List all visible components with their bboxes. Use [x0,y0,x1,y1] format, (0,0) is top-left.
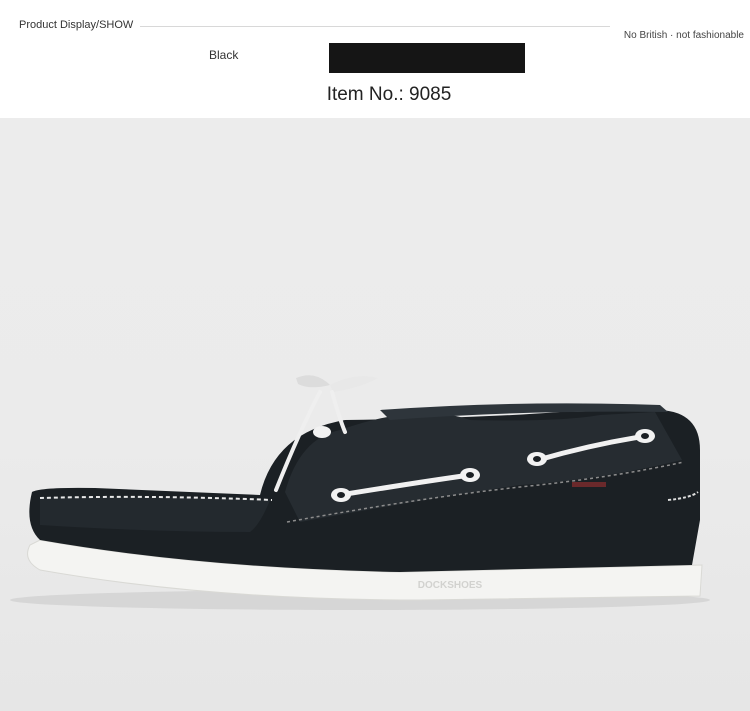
boat-shoe-image: DOCKSHOES [10,375,710,610]
item-number: Item No.: 9085 [326,84,452,105]
header-divider [140,26,610,27]
color-label: Black [209,48,239,62]
product-photo: DOCKSHOES [0,118,750,711]
toe-panel [40,496,270,532]
section-title: Product Display/SHOW [19,19,134,31]
sole-emboss: DOCKSHOES [418,580,483,591]
tagline: No British · not fashionable [623,30,744,41]
product-header: Product Display/SHOW No British · not fa… [0,0,750,118]
heel-tab [572,482,606,487]
eyelet-throat [313,426,331,438]
lace-bow [330,376,378,392]
color-swatch [329,43,525,73]
